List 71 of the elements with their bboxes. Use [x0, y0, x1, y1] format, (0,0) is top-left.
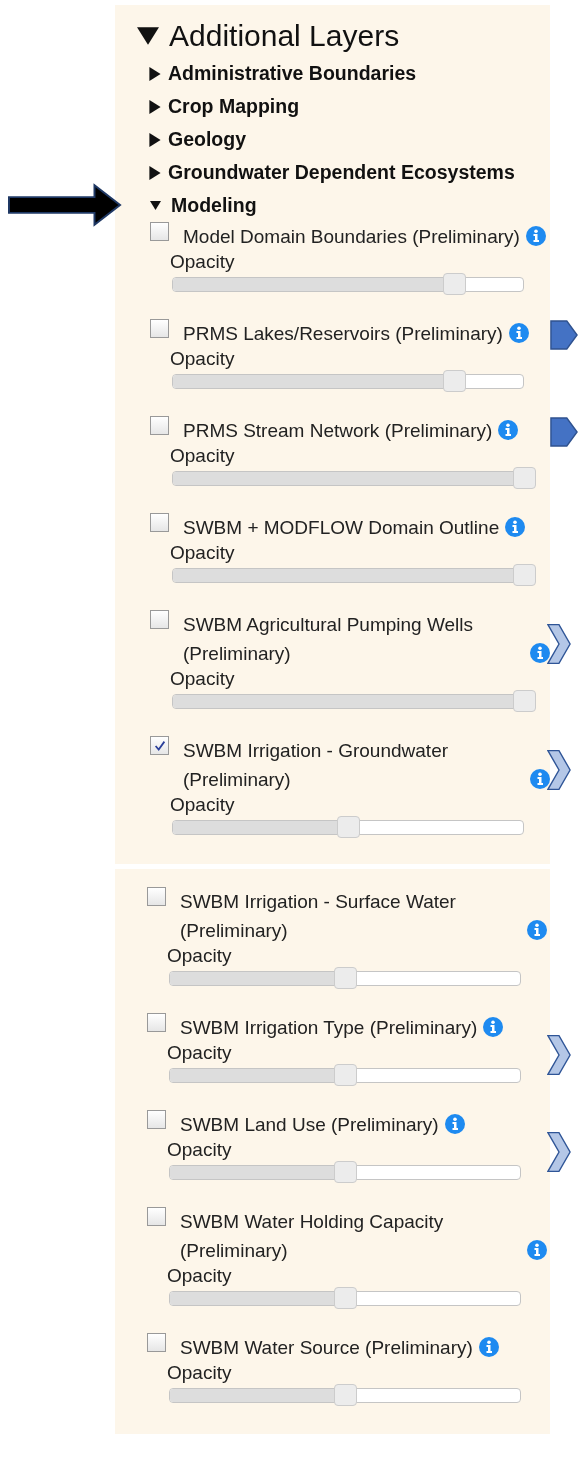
opacity-label: Opacity	[170, 348, 236, 370]
caret-icon[interactable]	[137, 25, 159, 47]
checkbox[interactable]	[147, 887, 166, 906]
layer-name: SWBM Irrigation Type (Preliminary)	[180, 1016, 478, 1040]
layer-name: PRMS Stream Network (Preliminary)	[183, 419, 493, 443]
info-icon[interactable]	[483, 1017, 504, 1037]
caret-icon[interactable]	[150, 200, 161, 211]
slider-thumb[interactable]	[334, 1287, 357, 1309]
checkbox[interactable]	[147, 1013, 166, 1032]
layer-name: SWBM Agricultural Pumping Wells (Preliminary)	[183, 613, 475, 666]
opacity-slider[interactable]	[172, 690, 536, 712]
slider-thumb[interactable]	[442, 370, 466, 392]
layer-name: SWBM Water Holding Capacity (Preliminary)	[180, 1210, 445, 1263]
info-icon[interactable]	[505, 517, 526, 537]
slider-thumb[interactable]	[513, 564, 536, 586]
info-icon[interactable]	[498, 420, 519, 440]
info-icon[interactable]	[527, 920, 547, 940]
slider-thumb[interactable]	[334, 1384, 357, 1406]
checkbox[interactable]	[150, 610, 169, 629]
slider-thumb[interactable]	[334, 967, 357, 989]
group-label[interactable]: Modeling	[171, 194, 257, 217]
info-icon[interactable]	[530, 643, 550, 663]
checkbox[interactable]	[147, 1110, 166, 1129]
layer-name: SWBM Irrigation - Surface Water (Preliminary)	[180, 890, 457, 943]
caret-icon[interactable]	[148, 66, 162, 81]
checkbox[interactable]	[150, 222, 169, 241]
opacity-label: Opacity	[170, 668, 236, 690]
slider-thumb[interactable]	[513, 690, 536, 712]
checkbox[interactable]	[147, 1207, 166, 1226]
section-title[interactable]: Additional Layers	[169, 19, 400, 53]
group-label[interactable]: Geology	[168, 128, 246, 151]
checkbox[interactable]	[150, 319, 169, 338]
info-icon[interactable]	[530, 769, 550, 789]
caret-icon[interactable]	[148, 165, 162, 180]
opacity-label: Opacity	[170, 251, 236, 273]
opacity-slider[interactable]	[172, 564, 536, 586]
info-icon[interactable]	[508, 323, 529, 343]
group-label[interactable]: Administrative Boundaries	[168, 62, 417, 85]
slider-thumb[interactable]	[513, 467, 536, 489]
slider-thumb[interactable]	[442, 273, 466, 295]
checkbox[interactable]	[150, 513, 169, 532]
opacity-label: Opacity	[170, 542, 236, 564]
checkmark-icon	[152, 738, 167, 753]
opacity-label: Opacity	[170, 445, 236, 467]
layer-name: PRMS Lakes/Reservoirs (Preliminary)	[183, 322, 503, 346]
group-label[interactable]: Crop Mapping	[168, 95, 300, 118]
opacity-label: Opacity	[167, 1362, 233, 1384]
checkbox[interactable]	[147, 1333, 166, 1352]
slider-thumb[interactable]	[334, 1161, 357, 1183]
layer-name: SWBM Irrigation - Groundwater (Preliminary)	[183, 739, 450, 792]
layer-name: Model Domain Boundaries (Preliminary)	[183, 225, 520, 249]
checkbox[interactable]	[150, 736, 169, 755]
caret-icon[interactable]	[148, 132, 162, 147]
layer-name: SWBM Water Source (Preliminary)	[180, 1336, 473, 1360]
opacity-label: Opacity	[167, 1139, 233, 1161]
opacity-label: Opacity	[167, 1042, 233, 1064]
info-icon[interactable]	[527, 1240, 547, 1260]
group-label[interactable]: Groundwater Dependent Ecosystems	[168, 161, 515, 184]
opacity-label: Opacity	[170, 794, 236, 816]
slider-thumb[interactable]	[334, 1064, 357, 1086]
info-icon[interactable]	[478, 1337, 499, 1357]
layer-name: SWBM Land Use (Preliminary)	[180, 1113, 439, 1137]
caret-icon[interactable]	[148, 99, 162, 114]
opacity-label: Opacity	[167, 945, 233, 967]
info-icon[interactable]	[525, 226, 546, 246]
checkbox[interactable]	[150, 416, 169, 435]
opacity-label: Opacity	[167, 1265, 233, 1287]
opacity-slider[interactable]	[172, 467, 536, 489]
info-icon[interactable]	[444, 1114, 465, 1134]
layer-name: SWBM + MODFLOW Domain Outline	[183, 516, 500, 540]
slider-thumb[interactable]	[337, 816, 360, 838]
